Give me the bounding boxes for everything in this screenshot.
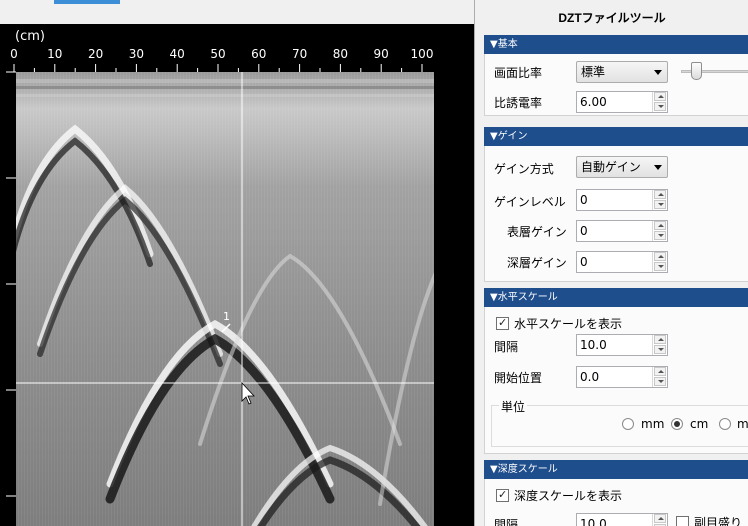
aspect-ratio-label: 画面比率 (494, 66, 543, 80)
hscale-interval-label: 間隔 (494, 340, 519, 354)
panel-title: DZTファイルツール (558, 10, 666, 25)
dielectric-input[interactable]: 6.00 (576, 91, 668, 113)
radar-viewer[interactable]: 1 (cm) 0 10 20 30 40 50 60 70 80 90 100 (0, 0, 474, 526)
section-basic-header[interactable]: ▼基本 (484, 35, 748, 54)
spin-up-icon[interactable] (654, 221, 666, 230)
x-tick-label: 70 (292, 47, 307, 61)
spin-down-icon[interactable] (654, 262, 666, 271)
x-tick-label: 10 (47, 47, 62, 61)
surface-gain-value: 0 (580, 224, 588, 238)
x-tick-label: 100 (411, 47, 434, 61)
aspect-ratio-select[interactable]: 標準 (576, 61, 668, 83)
unit-option-mm: mm (641, 417, 665, 431)
deep-gain-input[interactable]: 0 (576, 251, 668, 273)
spin-down-icon[interactable] (654, 377, 666, 386)
x-tick-label: 20 (88, 47, 103, 61)
spin-down-icon[interactable] (654, 231, 666, 240)
hscale-interval-input[interactable]: 10.0 (576, 334, 668, 356)
x-ruler: 0 10 20 30 40 50 60 70 80 90 100 (10, 47, 433, 72)
viewer-toolbar-strip (0, 0, 474, 24)
x-tick-label: 80 (333, 47, 348, 61)
spin-up-icon[interactable] (654, 92, 666, 101)
hscale-start-value: 0.0 (580, 370, 600, 384)
unit-radio-mm[interactable] (622, 418, 634, 430)
hscale-start-label: 開始位置 (494, 371, 543, 385)
ruler-unit-label: (cm) (15, 29, 45, 44)
toolbar-tab-button[interactable] (54, 0, 120, 4)
unit-radio-m[interactable] (719, 418, 731, 430)
spin-up-icon[interactable] (654, 335, 666, 344)
spin-up-icon[interactable] (654, 367, 666, 376)
dielectric-value: 6.00 (580, 95, 607, 109)
dscale-interval-value: 10.0 (580, 517, 607, 526)
gain-level-label: ゲインレベル (494, 195, 566, 209)
unit-option-m: m (737, 417, 748, 431)
section-hscale-header[interactable]: ▼水平スケール (484, 288, 748, 307)
gain-method-value: 自動ゲイン (581, 160, 641, 174)
x-tick-label: 50 (210, 47, 225, 61)
spin-up-icon[interactable] (654, 514, 666, 523)
minor-tick-checkbox[interactable] (676, 516, 689, 526)
x-tick-label: 30 (129, 47, 144, 61)
hscale-interval-value: 10.0 (580, 338, 607, 352)
section-dscale-header[interactable]: ▼深度スケール (484, 460, 748, 479)
minor-tick-label: 副目盛り (694, 516, 743, 526)
y-ruler (6, 71, 16, 497)
gain-method-label: ゲイン方式 (494, 162, 554, 176)
surface-gain-input[interactable]: 0 (576, 220, 668, 242)
aspect-slider-thumb[interactable] (691, 62, 702, 80)
dscale-interval-label: 間隔 (494, 518, 519, 526)
section-gain-header[interactable]: ▼ゲイン (484, 127, 748, 146)
x-tick-label: 40 (170, 47, 185, 61)
spin-down-icon[interactable] (654, 102, 666, 111)
gain-level-input[interactable]: 0 (576, 189, 668, 211)
gain-level-value: 0 (580, 193, 588, 207)
dzt-tool-panel: DZTファイルツール ▼基本 画面比率 標準 比誘電率 6.00 ▼ゲイン ゲイ… (474, 0, 748, 526)
chevron-down-icon (654, 165, 662, 170)
aspect-ratio-value: 標準 (581, 65, 606, 79)
unit-option-cm: cm (690, 417, 709, 431)
cursor-marker-label: 1 (223, 310, 230, 323)
spin-down-icon[interactable] (654, 345, 666, 354)
hscale-show-checkbox[interactable] (496, 316, 509, 330)
surface-gain-label: 表層ゲイン (507, 225, 567, 239)
x-tick-label: 90 (374, 47, 389, 61)
chevron-down-icon (654, 70, 662, 75)
unit-radio-cm[interactable] (671, 418, 683, 430)
hscale-start-input[interactable]: 0.0 (576, 366, 668, 388)
dscale-show-label: 深度スケールを表示 (514, 489, 623, 503)
dscale-show-checkbox[interactable] (496, 488, 509, 502)
hscale-show-label: 水平スケールを表示 (514, 317, 623, 331)
gain-method-select[interactable]: 自動ゲイン (576, 156, 668, 178)
spin-up-icon[interactable] (654, 190, 666, 199)
x-tick-label: 60 (251, 47, 266, 61)
deep-gain-label: 深層ゲイン (507, 256, 567, 270)
radar-image: 1 (16, 72, 434, 526)
spin-up-icon[interactable] (654, 252, 666, 261)
dielectric-label: 比誘電率 (494, 96, 543, 110)
deep-gain-value: 0 (580, 255, 588, 269)
x-tick-label: 0 (10, 47, 18, 61)
dscale-interval-input[interactable]: 10.0 (576, 513, 668, 526)
unit-group-label: 単位 (499, 398, 528, 415)
spin-down-icon[interactable] (654, 200, 666, 209)
unit-groupbox (491, 405, 748, 447)
radar-canvas[interactable]: 1 (cm) 0 10 20 30 40 50 60 70 80 90 100 (0, 24, 474, 526)
